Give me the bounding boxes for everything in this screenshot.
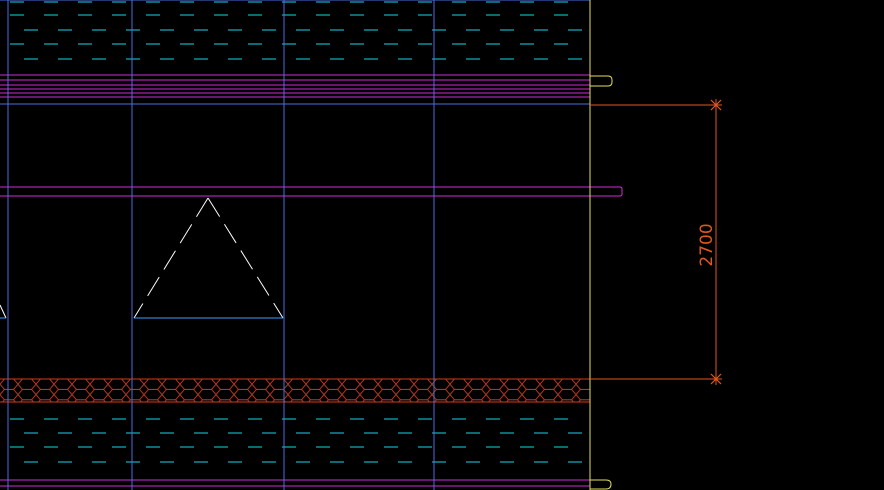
bottom-insulation-hatch xyxy=(10,418,582,463)
top-layer-lines xyxy=(0,74,590,105)
right-boundary-edge xyxy=(589,0,613,490)
triangle-symbol[interactable] xyxy=(133,197,284,319)
dimension-value-text: 2700 xyxy=(697,223,717,266)
middle-layer-bar xyxy=(0,186,623,197)
middle-bar-outline xyxy=(0,186,623,197)
honeycomb-band xyxy=(0,379,590,402)
top-insulation-hatch xyxy=(10,1,582,60)
dimension-2700[interactable]: 2700 xyxy=(590,99,722,385)
partial-triangle-symbol xyxy=(0,304,7,319)
vertical-grid-lines xyxy=(0,0,590,490)
cad-drawing-canvas[interactable]: 2700 xyxy=(0,0,884,490)
